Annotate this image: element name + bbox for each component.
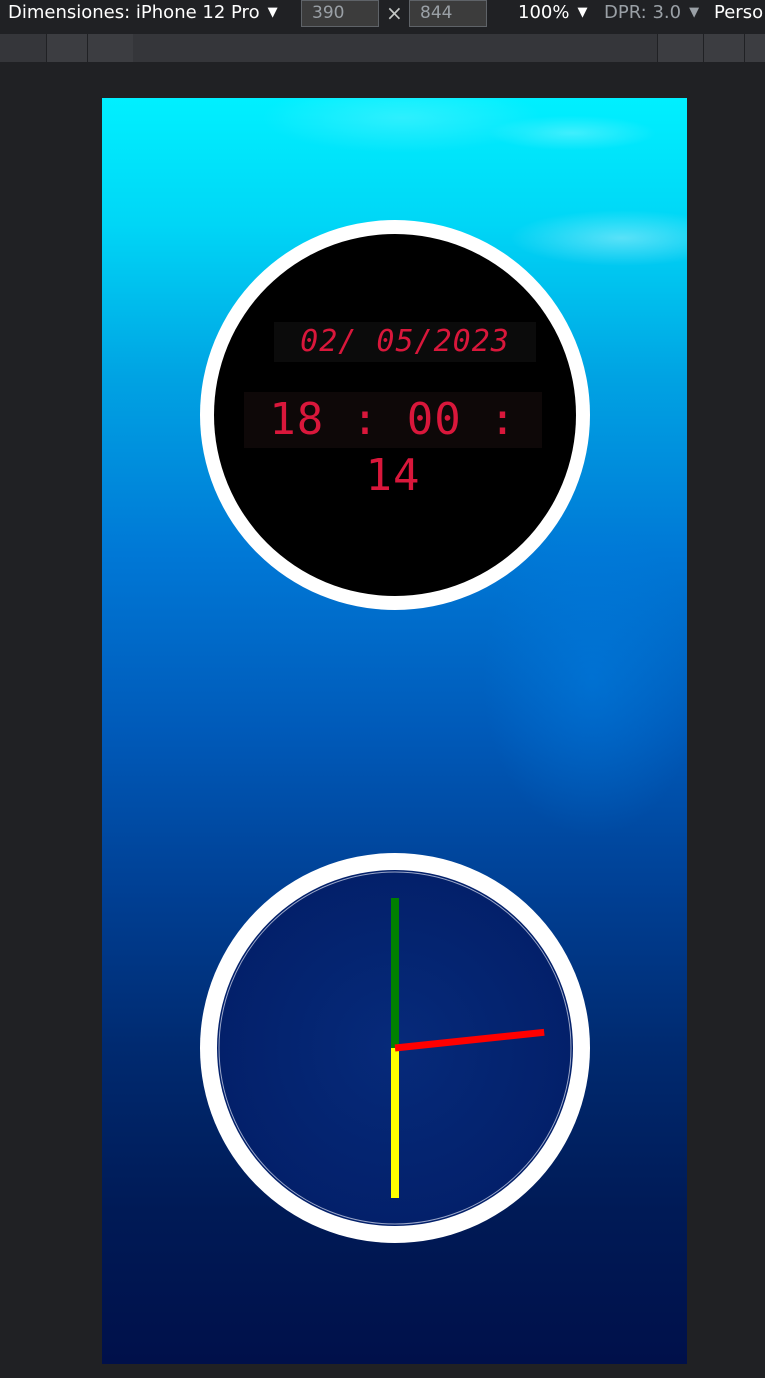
time-display: 18 : 00 : 14 [244, 392, 542, 501]
media-query-segment[interactable] [703, 34, 744, 62]
width-input[interactable]: 390 [301, 0, 379, 27]
digital-clock-face: 02/ 05/2023 18 : 00 : 14 [214, 234, 576, 596]
analog-clock [200, 853, 590, 1243]
device-viewport: 02/ 05/2023 18 : 00 : 14 [102, 98, 687, 1364]
times-icon: × [386, 1, 403, 25]
media-query-bar [0, 34, 765, 62]
height-input[interactable]: 844 [409, 0, 487, 27]
dpr-label: DPR: 3.0 [604, 2, 682, 23]
media-query-segment[interactable] [46, 34, 87, 62]
zoom-selector[interactable]: 100% ▼ [518, 0, 587, 28]
zoom-label: 100% [518, 2, 570, 23]
media-query-segment[interactable] [657, 34, 703, 62]
date-display: 02/ 05/2023 [274, 322, 536, 362]
device-label: Dimensiones: iPhone 12 Pro [8, 2, 260, 23]
media-query-segment[interactable] [744, 34, 765, 62]
analog-clock-svg [200, 853, 590, 1243]
throttling-selector[interactable]: Perso [714, 0, 763, 28]
dpr-selector[interactable]: DPR: 3.0 ▼ [604, 0, 699, 28]
digital-clock: 02/ 05/2023 18 : 00 : 14 [200, 220, 590, 610]
chevron-down-icon: ▼ [689, 5, 700, 20]
device-selector[interactable]: Dimensiones: iPhone 12 Pro ▼ [8, 0, 278, 28]
media-query-segment[interactable] [87, 34, 133, 62]
chevron-down-icon: ▼ [267, 5, 278, 20]
chevron-down-icon: ▼ [577, 5, 588, 20]
devtools-toolbar: Dimensiones: iPhone 12 Pro ▼ 390 × 844 10… [0, 0, 765, 30]
